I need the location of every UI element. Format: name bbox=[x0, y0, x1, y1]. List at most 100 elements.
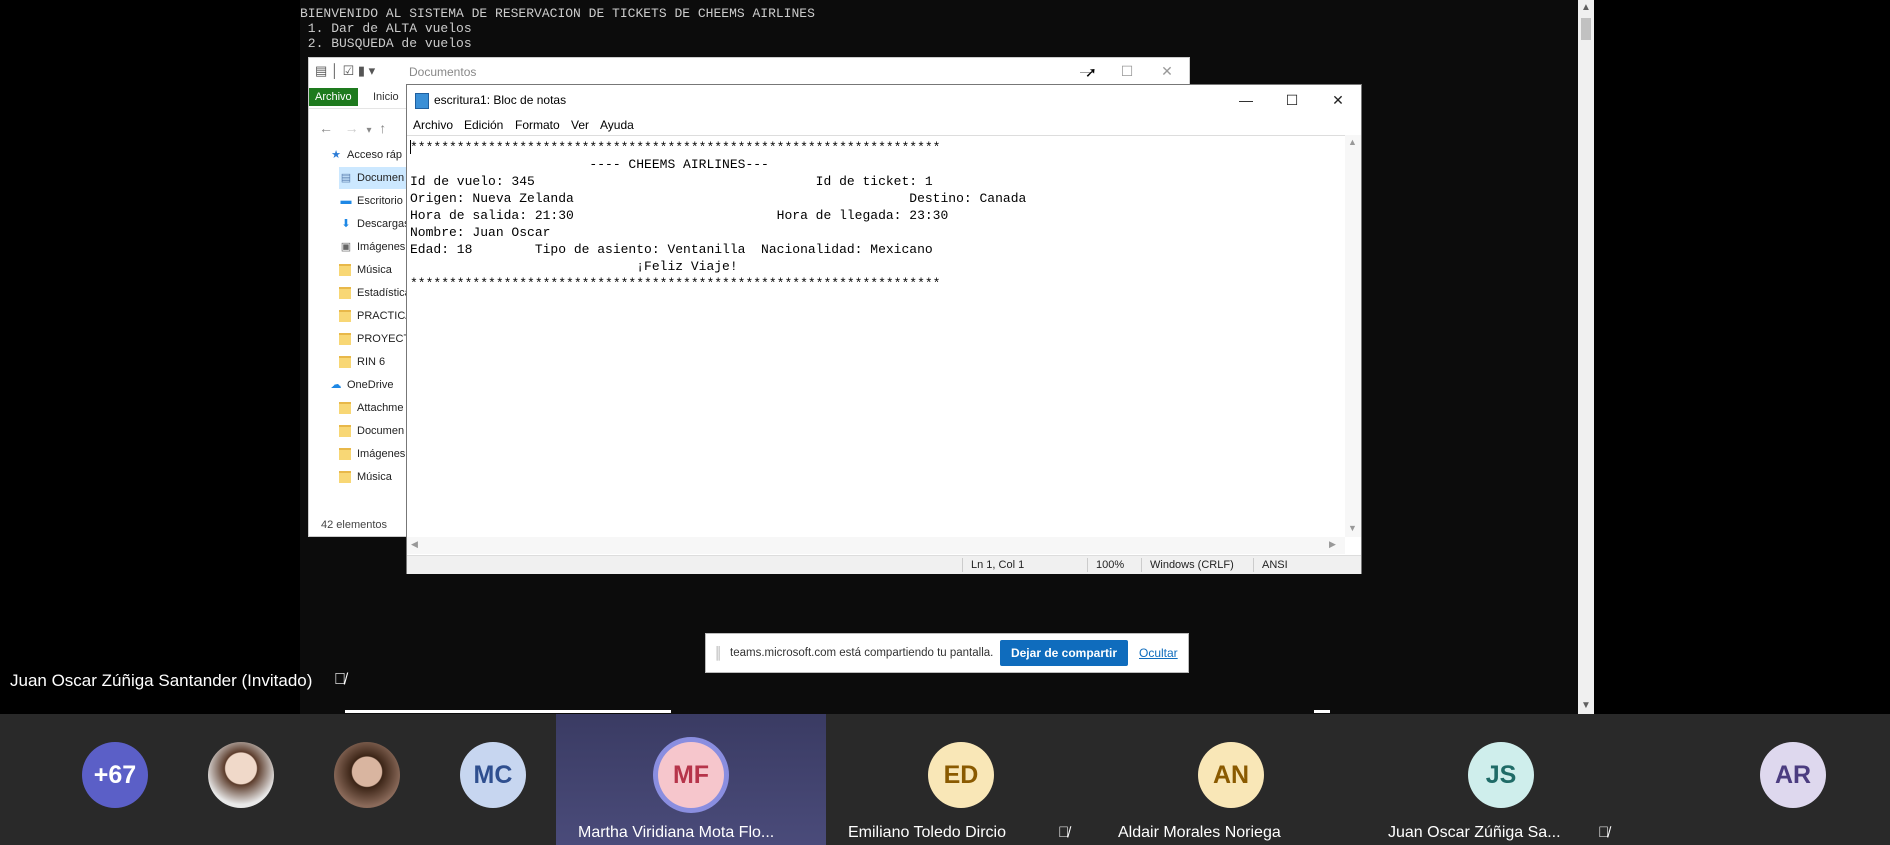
explorer-status: 42 elementos bbox=[321, 519, 388, 531]
scroll-up-icon[interactable]: ▲ bbox=[1578, 0, 1594, 16]
explorer-title: Documentos bbox=[409, 65, 477, 79]
scroll-thumb[interactable] bbox=[1581, 18, 1591, 40]
horizontal-scrollbar[interactable]: ◀ ▶ bbox=[407, 537, 1345, 554]
tab-archivo[interactable]: Archivo bbox=[309, 88, 358, 106]
maximize-button[interactable]: ☐ bbox=[1269, 85, 1315, 115]
participant-tile[interactable]: MC bbox=[428, 714, 554, 845]
image-icon: ▣ bbox=[340, 241, 352, 253]
avatar: +67 bbox=[82, 742, 148, 808]
quick-access-toolbar[interactable]: ▤ │ ☑ ▮ ▾ bbox=[315, 63, 375, 79]
menu-archivo[interactable]: Archivo bbox=[413, 118, 453, 132]
vertical-scrollbar[interactable]: ▲ ▼ bbox=[1345, 135, 1361, 537]
nav-item-label: Música bbox=[357, 264, 392, 276]
shared-screen: BIENVENIDO AL SISTEMA DE RESERVACION DE … bbox=[300, 0, 1594, 714]
close-button[interactable]: ✕ bbox=[1147, 61, 1187, 81]
stop-sharing-button[interactable]: Dejar de compartir bbox=[1000, 640, 1128, 666]
console-output: BIENVENIDO AL SISTEMA DE RESERVACION DE … bbox=[300, 6, 815, 51]
participant-tile[interactable]: AR bbox=[1636, 714, 1890, 845]
back-icon[interactable]: ← bbox=[319, 120, 333, 136]
mic-muted-icon: 🎙̸ bbox=[1058, 824, 1070, 841]
participant-tile[interactable]: +67 bbox=[50, 714, 176, 845]
up-icon[interactable]: ↑ bbox=[379, 120, 386, 136]
folder-icon bbox=[339, 264, 351, 277]
menu-edicion[interactable]: Edición bbox=[464, 118, 503, 132]
close-button[interactable]: ✕ bbox=[1315, 85, 1361, 115]
avatar: ED bbox=[928, 742, 994, 808]
nav-item-label: Acceso ráp bbox=[347, 149, 403, 161]
mouse-cursor-icon: ➚ bbox=[1085, 64, 1097, 80]
nav-item-label: Descargas bbox=[357, 218, 410, 230]
scroll-up-icon[interactable]: ▲ bbox=[1348, 137, 1357, 147]
participants-strip: +67 MC MF Martha Viridiana Mota Flo... ED Emi… bbox=[0, 714, 1890, 845]
nav-item-label: RIN 6 bbox=[357, 356, 386, 368]
scroll-down-icon[interactable]: ▼ bbox=[1348, 523, 1357, 533]
explorer-titlebar: ▤ │ ☑ ▮ ▾ Documentos — ☐ ✕ ➚ bbox=[309, 58, 1189, 84]
status-position: Ln 1, Col 1 bbox=[962, 558, 1024, 572]
notepad-title: escritura1: Bloc de notas bbox=[434, 93, 567, 107]
avatar: AN bbox=[1198, 742, 1264, 808]
status-encoding: ANSI bbox=[1253, 558, 1288, 572]
notepad-text: ****************************************… bbox=[410, 140, 1027, 291]
progress-indicator-end bbox=[1314, 710, 1330, 713]
document-icon: ▤ bbox=[340, 172, 352, 184]
participant-tile[interactable] bbox=[302, 714, 428, 845]
scroll-right-icon[interactable]: ▶ bbox=[1329, 539, 1336, 550]
avatar: JS bbox=[1468, 742, 1534, 808]
scroll-left-icon[interactable]: ◀ bbox=[411, 539, 418, 550]
presenter-name: Juan Oscar Zúñiga Santander (Invitado) bbox=[10, 671, 313, 690]
nav-item-label: Escritorio bbox=[357, 195, 403, 207]
mic-muted-icon: 🎙̸ bbox=[1598, 824, 1610, 841]
avatar-photo bbox=[208, 742, 274, 808]
nav-item-label: Imágenes bbox=[357, 448, 406, 460]
folder-icon bbox=[339, 425, 351, 438]
explorer-nav-buttons: ← → ▾ ↑ bbox=[319, 120, 386, 136]
recent-dropdown-icon[interactable]: ▾ bbox=[366, 125, 371, 136]
nav-item-label: Attachme bbox=[357, 402, 404, 414]
maximize-button[interactable]: ☐ bbox=[1107, 61, 1147, 81]
notepad-titlebar: escritura1: Bloc de notas — ☐ ✕ bbox=[407, 85, 1361, 115]
scroll-down-icon[interactable]: ▼ bbox=[1578, 698, 1594, 714]
hide-link[interactable]: Ocultar bbox=[1139, 646, 1178, 660]
folder-icon bbox=[339, 471, 351, 484]
status-line-ending: Windows (CRLF) bbox=[1141, 558, 1234, 572]
screen-share-banner: ║ teams.microsoft.com está compartiendo … bbox=[705, 633, 1189, 673]
participant-name: Martha Viridiana Mota Flo... bbox=[578, 824, 775, 841]
tab-inicio[interactable]: Inicio bbox=[373, 88, 399, 106]
participant-tile[interactable]: MF Martha Viridiana Mota Flo... bbox=[556, 714, 826, 845]
console-scrollbar[interactable]: ▲ ▼ bbox=[1578, 0, 1594, 714]
avatar: AR bbox=[1760, 742, 1826, 808]
minimize-button[interactable]: — bbox=[1223, 85, 1269, 115]
mic-muted-icon: 🎙̸ bbox=[334, 671, 346, 688]
participant-name: Aldair Morales Noriega bbox=[1118, 824, 1281, 841]
nav-item-label: OneDrive bbox=[347, 379, 394, 391]
star-icon: ★ bbox=[331, 149, 341, 161]
nav-item-label: Música bbox=[357, 471, 392, 483]
menu-formato[interactable]: Formato bbox=[515, 118, 560, 132]
participant-tile[interactable] bbox=[176, 714, 302, 845]
share-message: teams.microsoft.com está compartiendo tu… bbox=[730, 647, 994, 659]
folder-icon bbox=[339, 310, 351, 323]
forward-icon[interactable]: → bbox=[345, 120, 359, 136]
participant-tile[interactable]: JS Juan Oscar Zúñiga Sa... 🎙̸ bbox=[1366, 714, 1636, 845]
folder-icon bbox=[339, 333, 351, 346]
menu-ayuda[interactable]: Ayuda bbox=[600, 118, 634, 132]
participant-tile[interactable]: AN Aldair Morales Noriega bbox=[1096, 714, 1366, 845]
nav-item-label: Documen bbox=[357, 425, 405, 437]
participant-name: Emiliano Toledo Dircio bbox=[848, 824, 1006, 841]
participant-tile[interactable]: ED Emiliano Toledo Dircio 🎙̸ bbox=[826, 714, 1096, 845]
drag-handle-icon[interactable]: ║ bbox=[714, 646, 723, 660]
avatar: MF bbox=[658, 742, 724, 808]
cloud-icon: ☁ bbox=[330, 379, 342, 391]
text-caret bbox=[410, 140, 411, 154]
notepad-menubar: Archivo Edición Formato Ver Ayuda bbox=[407, 115, 1361, 135]
progress-indicator bbox=[345, 710, 671, 713]
folder-icon bbox=[339, 448, 351, 461]
nav-item-label: Estadística bbox=[357, 287, 411, 299]
notepad-statusbar: Ln 1, Col 1 100% Windows (CRLF) ANSI bbox=[407, 555, 1361, 574]
participant-name: Juan Oscar Zúñiga Sa... bbox=[1388, 824, 1561, 841]
nav-item-label: Documen bbox=[357, 172, 405, 184]
folder-icon bbox=[339, 287, 351, 300]
menu-ver[interactable]: Ver bbox=[571, 118, 589, 132]
folder-icon bbox=[339, 356, 351, 369]
notepad-editor[interactable]: ****************************************… bbox=[407, 135, 1345, 538]
